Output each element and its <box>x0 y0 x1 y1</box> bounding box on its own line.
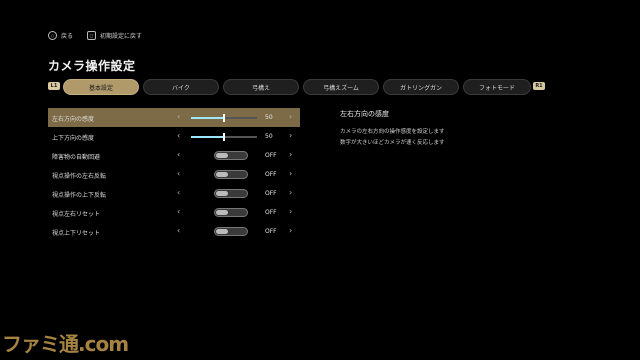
chevron-right-icon[interactable]: › <box>289 226 292 235</box>
tab-bar: L1 基本設定 バイク 弓構え 弓構えズーム ガトリングガン フォトモード R1 <box>48 79 545 95</box>
back-label: 戻る <box>61 33 74 40</box>
toggle-knob <box>216 191 228 196</box>
page-title: カメラ操作設定 <box>48 59 136 73</box>
setting-vertical-sensitivity[interactable]: 上下方向の感度 ‹ 50 › <box>48 127 300 146</box>
chevron-left-icon[interactable]: ‹ <box>177 207 180 216</box>
setting-vertical-reset[interactable]: 視点上下リセット ‹ OFF › <box>48 222 300 241</box>
slider-knob[interactable] <box>223 114 225 122</box>
setting-label: 視点操作の左右反転 <box>52 173 107 180</box>
setting-label: 障害物の自動回避 <box>52 154 101 161</box>
toggle-switch[interactable] <box>214 170 248 179</box>
chevron-right-icon[interactable]: › <box>289 131 292 140</box>
chevron-left-icon[interactable]: ‹ <box>177 150 180 159</box>
toggle-switch[interactable] <box>214 151 248 160</box>
setting-value: OFF <box>265 209 277 216</box>
slider-knob[interactable] <box>223 133 225 141</box>
setting-value: OFF <box>265 228 277 235</box>
setting-value: 50 <box>265 133 273 140</box>
slider-fill <box>191 136 224 138</box>
setting-invert-horizontal[interactable]: 視点操作の左右反転 ‹ OFF › <box>48 165 300 184</box>
tab-photo-mode[interactable]: フォトモード <box>463 79 531 95</box>
description-line: カメラの左右方向の操作感度を設定します <box>340 129 445 135</box>
chevron-left-icon[interactable]: ‹ <box>177 112 180 121</box>
watermark-logo: ファミ通.com <box>2 332 129 356</box>
l1-bumper-icon[interactable]: L1 <box>48 82 60 90</box>
chevron-right-icon[interactable]: › <box>289 207 292 216</box>
setting-horizontal-sensitivity[interactable]: 左右方向の感度 ‹ 50 › <box>48 108 300 127</box>
toggle-switch[interactable] <box>214 189 248 198</box>
chevron-right-icon[interactable]: › <box>289 169 292 178</box>
tab-basic[interactable]: 基本設定 <box>63 79 139 95</box>
chevron-left-icon[interactable]: ‹ <box>177 188 180 197</box>
setting-label: 視点上下リセット <box>52 230 101 237</box>
tab-gatling-gun[interactable]: ガトリングガン <box>383 79 459 95</box>
toggle-knob <box>216 172 228 177</box>
chevron-left-icon[interactable]: ‹ <box>177 169 180 178</box>
toggle-knob <box>216 153 228 158</box>
setting-value: OFF <box>265 171 277 178</box>
chevron-right-icon[interactable]: › <box>289 112 292 121</box>
setting-value: 50 <box>265 114 273 121</box>
description-title: 左右方向の感度 <box>340 110 389 118</box>
r1-bumper-icon[interactable]: R1 <box>533 82 545 90</box>
setting-invert-vertical[interactable]: 視点操作の上下反転 ‹ OFF › <box>48 184 300 203</box>
setting-value: OFF <box>265 152 277 159</box>
tab-bow-zoom[interactable]: 弓構えズーム <box>303 79 379 95</box>
reset-label: 初期設定に戻す <box>100 33 143 40</box>
toggle-knob <box>216 229 228 234</box>
circle-button-icon: ○ <box>48 31 57 40</box>
tab-bike[interactable]: バイク <box>143 79 219 95</box>
toggle-switch[interactable] <box>214 208 248 217</box>
toggle-switch[interactable] <box>214 227 248 236</box>
setting-label: 視点操作の上下反転 <box>52 192 107 199</box>
chevron-left-icon[interactable]: ‹ <box>177 131 180 140</box>
chevron-right-icon[interactable]: › <box>289 150 292 159</box>
back-button[interactable]: ○ 戻る <box>48 31 73 40</box>
setting-label: 左右方向の感度 <box>52 116 95 123</box>
square-button-icon: □ <box>87 31 97 40</box>
setting-label: 上下方向の感度 <box>52 135 95 142</box>
setting-horizontal-reset[interactable]: 視点左右リセット ‹ OFF › <box>48 203 300 222</box>
setting-value: OFF <box>265 190 277 197</box>
sensitivity-slider[interactable] <box>191 133 257 141</box>
setting-obstacle-avoidance[interactable]: 障害物の自動回避 ‹ OFF › <box>48 146 300 165</box>
description-line: 数字が大きいほどカメラが速く反応します <box>340 140 445 146</box>
toggle-knob <box>216 210 228 215</box>
settings-list: 左右方向の感度 ‹ 50 › 上下方向の感度 ‹ 50 › 障害物の自動回避 ‹… <box>48 108 300 241</box>
setting-label: 視点左右リセット <box>52 211 101 218</box>
description-panel: 左右方向の感度 カメラの左右方向の操作感度を設定します 数字が大きいほどカメラが… <box>340 109 445 149</box>
tab-bow[interactable]: 弓構え <box>223 79 299 95</box>
chevron-right-icon[interactable]: › <box>289 188 292 197</box>
sensitivity-slider[interactable] <box>191 114 257 122</box>
top-nav: ○ 戻る □ 初期設定に戻す <box>48 31 142 40</box>
reset-defaults-button[interactable]: □ 初期設定に戻す <box>87 31 142 40</box>
slider-fill <box>191 117 224 119</box>
chevron-left-icon[interactable]: ‹ <box>177 226 180 235</box>
